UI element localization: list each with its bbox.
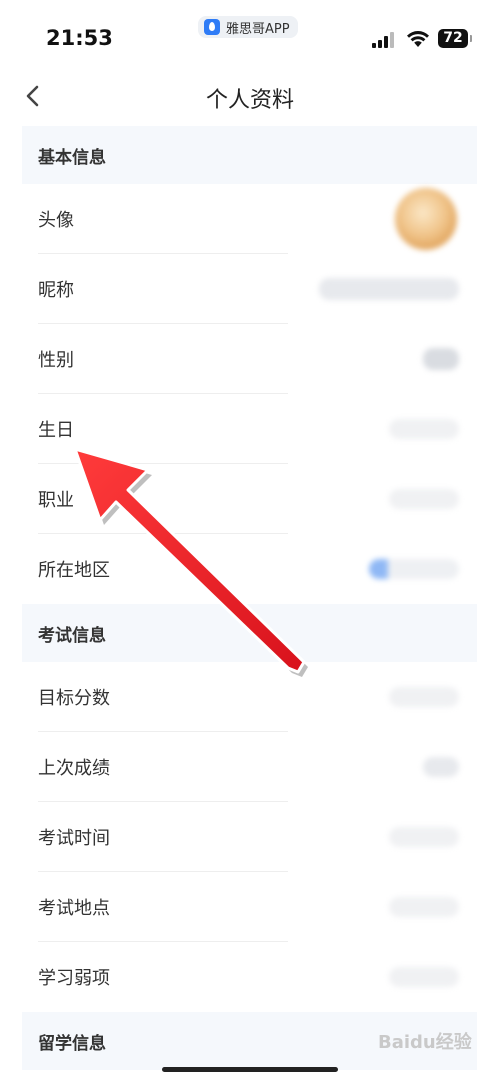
blurred-value xyxy=(369,559,459,579)
cellular-signal-icon xyxy=(372,32,398,48)
section-header-exam: 考试信息 xyxy=(22,604,477,662)
section-header-basic: 基本信息 xyxy=(22,126,477,184)
row-region[interactable]: 所在地区 xyxy=(22,534,477,604)
blurred-value xyxy=(389,967,459,987)
app-name: 雅思哥APP xyxy=(226,21,290,37)
battery-indicator: 72 xyxy=(438,29,472,48)
row-weak-areas[interactable]: 学习弱项 xyxy=(22,942,477,1012)
row-gender[interactable]: 性别 xyxy=(22,324,477,394)
app-logo-icon xyxy=(204,19,220,35)
status-time: 21:53 xyxy=(46,26,113,50)
home-indicator[interactable] xyxy=(162,1067,338,1072)
row-birthday[interactable]: 生日 xyxy=(22,394,477,464)
row-exam-location[interactable]: 考试地点 xyxy=(22,872,477,942)
row-label: 考试时间 xyxy=(38,828,110,849)
blurred-value xyxy=(389,687,459,707)
row-label: 学习弱项 xyxy=(38,968,110,989)
watermark: Baidu经验 xyxy=(378,1032,472,1053)
row-label: 昵称 xyxy=(38,280,74,301)
row-last-score[interactable]: 上次成绩 xyxy=(22,732,477,802)
row-label: 性别 xyxy=(38,350,74,371)
row-label: 上次成绩 xyxy=(38,758,110,779)
status-bar: 21:53 雅思哥APP 72 xyxy=(0,0,500,70)
wifi-icon xyxy=(407,31,429,47)
row-label: 职业 xyxy=(38,490,74,511)
blurred-value xyxy=(389,489,459,509)
app-indicator-pill[interactable]: 雅思哥APP xyxy=(198,16,298,38)
row-label: 所在地区 xyxy=(38,560,110,581)
blurred-value xyxy=(389,419,459,439)
nav-bar: 个人资料 xyxy=(0,70,500,126)
blurred-value xyxy=(389,897,459,917)
page-title: 个人资料 xyxy=(205,88,294,113)
row-avatar[interactable]: 头像 xyxy=(22,184,477,254)
row-nickname[interactable]: 昵称 xyxy=(22,254,477,324)
row-label: 考试地点 xyxy=(38,898,110,919)
row-target-score[interactable]: 目标分数 xyxy=(22,662,477,732)
avatar[interactable] xyxy=(395,188,457,250)
blurred-value xyxy=(389,827,459,847)
blurred-value xyxy=(423,348,459,370)
row-exam-time[interactable]: 考试时间 xyxy=(22,802,477,872)
row-label: 头像 xyxy=(38,210,74,231)
blurred-value xyxy=(319,278,459,300)
profile-list: 基本信息 头像 昵称 性别 生日 职业 所在地区 考试信息 目标分数 上次成绩 … xyxy=(22,126,477,1070)
blurred-value xyxy=(423,757,459,777)
row-label: 生日 xyxy=(38,420,74,441)
row-occupation[interactable]: 职业 xyxy=(22,464,477,534)
row-label: 目标分数 xyxy=(38,688,110,709)
